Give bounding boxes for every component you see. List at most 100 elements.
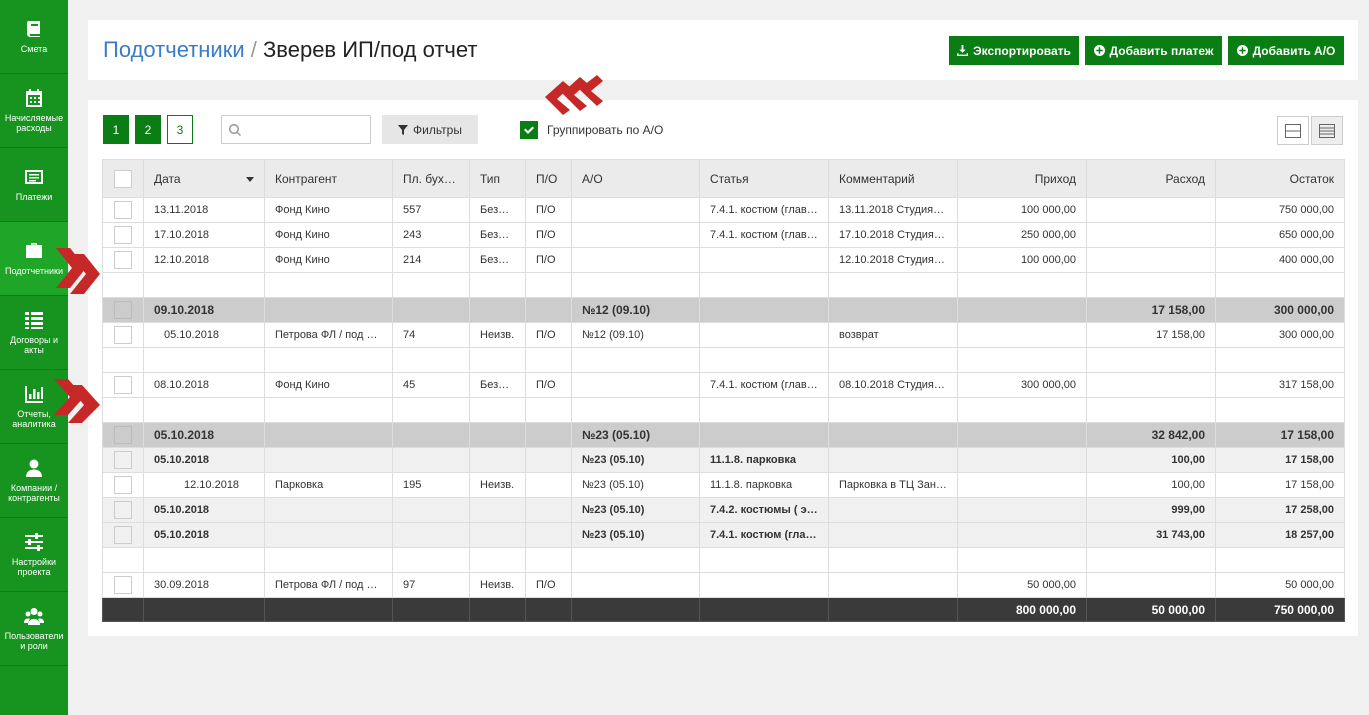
row-select-cell[interactable] xyxy=(102,372,144,398)
breadcrumb-current: Зверев ИП/под отчет xyxy=(263,37,478,62)
col-date[interactable]: Дата xyxy=(143,159,265,198)
row-select-cell[interactable] xyxy=(102,197,144,223)
table-cell xyxy=(1215,397,1345,423)
table-row: 12.10.2018 Парковка 195 Неизв. №23 (05.10) 11… xyxy=(102,472,1345,498)
col-income[interactable]: Приход xyxy=(957,159,1087,198)
cell-balance: 650 000,00 xyxy=(1215,222,1345,248)
row-checkbox[interactable] xyxy=(114,526,132,544)
col-ao[interactable]: А/О xyxy=(571,159,700,198)
page-header: Подотчетники / Зверев ИП/под отчет Экспо… xyxy=(88,20,1358,80)
row-select-cell[interactable] xyxy=(102,222,144,248)
cell-income xyxy=(957,472,1087,498)
sidebar-item-accrued[interactable]: Начисляемые расходы xyxy=(0,74,68,148)
table-row: 17.10.2018 Фонд Кино 243 Безн… П/О 7.4.1. кос… xyxy=(102,222,1345,248)
page-button-1[interactable]: 1 xyxy=(103,115,129,144)
search-input[interactable] xyxy=(221,115,371,144)
col-po[interactable]: П/О xyxy=(525,159,572,198)
cell-comment xyxy=(828,422,958,448)
cell-article xyxy=(699,247,829,273)
cell-po xyxy=(525,522,572,548)
cell-article xyxy=(699,322,829,348)
col-type[interactable]: Тип xyxy=(469,159,526,198)
table-cell xyxy=(1215,547,1345,573)
sidebar-item-payments[interactable]: Платежи xyxy=(0,148,68,222)
page-button-2[interactable]: 2 xyxy=(135,115,161,144)
cell-expense xyxy=(1086,572,1216,598)
row-select-cell[interactable] xyxy=(102,447,144,473)
cell-po xyxy=(525,297,572,323)
sidebar-item-companies[interactable]: Компании / контрагенты xyxy=(0,444,68,518)
row-select-cell[interactable] xyxy=(102,572,144,598)
add-payment-button[interactable]: Добавить платеж xyxy=(1085,36,1222,65)
cell-date: 08.10.2018 xyxy=(143,372,265,398)
col-agent[interactable]: Контрагент xyxy=(264,159,393,198)
view-dense-button[interactable] xyxy=(1311,116,1343,145)
row-select-cell[interactable] xyxy=(102,247,144,273)
cell-type: Безн… xyxy=(469,197,526,223)
cell-ao xyxy=(571,572,700,598)
table-cell xyxy=(571,347,700,373)
row-checkbox[interactable] xyxy=(114,451,132,469)
sidebar-item-label: Платежи xyxy=(15,192,53,202)
col-balance[interactable]: Остаток xyxy=(1215,159,1345,198)
totals-row: 800 000,00 50 000,00 750 000,00 xyxy=(102,597,1345,622)
spacer-row xyxy=(102,272,1345,298)
col-num[interactable]: Пл. бух № xyxy=(392,159,470,198)
row-checkbox[interactable] xyxy=(114,426,132,444)
sidebar-item-settings[interactable]: Настройки проекта xyxy=(0,518,68,592)
row-select-cell[interactable] xyxy=(102,322,144,348)
cell-po: П/О xyxy=(525,247,572,273)
row-checkbox[interactable] xyxy=(114,201,132,219)
select-all-cell[interactable] xyxy=(102,159,144,198)
sidebar-item-contracts[interactable]: Договоры и акты xyxy=(0,296,68,370)
row-select-cell[interactable] xyxy=(102,497,144,523)
export-button[interactable]: Экспортировать xyxy=(949,36,1079,65)
col-expense[interactable]: Расход xyxy=(1086,159,1216,198)
sidebar-item-label: Договоры и акты xyxy=(10,335,58,355)
table-cell xyxy=(699,397,829,423)
row-checkbox[interactable] xyxy=(114,226,132,244)
cell-expense: 999,00 xyxy=(1086,497,1216,523)
view-compact-button[interactable] xyxy=(1277,116,1309,145)
cell-income: 50 000,00 xyxy=(957,572,1087,598)
row-select-cell[interactable] xyxy=(102,522,144,548)
cell-num xyxy=(392,497,470,523)
cell-article: 7.4.1. костюм (глав… xyxy=(699,197,829,223)
page-button-3[interactable]: 3 xyxy=(167,115,193,144)
select-all-checkbox[interactable] xyxy=(114,169,132,188)
row-select-cell[interactable] xyxy=(102,422,144,448)
cell-income xyxy=(957,522,1087,548)
table-cell xyxy=(143,397,265,423)
cell-comment: 12.10.2018 Студия … xyxy=(828,247,958,273)
col-article[interactable]: Статья xyxy=(699,159,829,198)
group-by-ao-toggle[interactable]: Группировать по А/О xyxy=(520,121,663,139)
cell-type: Неизв. xyxy=(469,472,526,498)
cell-expense: 100,00 xyxy=(1086,447,1216,473)
table-row: 12.10.2018 Фонд Кино 214 Безн… П/О 12.10.2018… xyxy=(102,247,1345,273)
sidebar-item-smeta[interactable]: Смета xyxy=(0,0,68,74)
row-checkbox[interactable] xyxy=(114,476,132,494)
row-checkbox[interactable] xyxy=(114,301,132,319)
row-checkbox[interactable] xyxy=(114,501,132,519)
row-checkbox[interactable] xyxy=(114,326,132,344)
row-checkbox[interactable] xyxy=(114,251,132,269)
totals-cell xyxy=(143,597,265,622)
table-cell xyxy=(571,272,700,298)
cell-ao xyxy=(571,197,700,223)
filters-button[interactable]: Фильтры xyxy=(382,115,478,144)
table-cell xyxy=(392,347,470,373)
breadcrumb-link[interactable]: Подотчетники xyxy=(103,37,245,62)
col-comment[interactable]: Комментарий xyxy=(828,159,958,198)
book-icon xyxy=(27,21,40,37)
cell-expense: 100,00 xyxy=(1086,472,1216,498)
sidebar-item-users[interactable]: Пользователи и роли xyxy=(0,592,68,666)
group-by-ao-checkbox[interactable] xyxy=(520,121,538,139)
cell-comment: 13.11.2018 Студия … xyxy=(828,197,958,223)
row-checkbox[interactable] xyxy=(114,376,132,394)
row-select-cell[interactable] xyxy=(102,297,144,323)
cell-po xyxy=(525,422,572,448)
row-checkbox[interactable] xyxy=(114,576,132,594)
cell-po: П/О xyxy=(525,572,572,598)
row-select-cell[interactable] xyxy=(102,472,144,498)
add-ao-button[interactable]: Добавить А/О xyxy=(1228,36,1344,65)
